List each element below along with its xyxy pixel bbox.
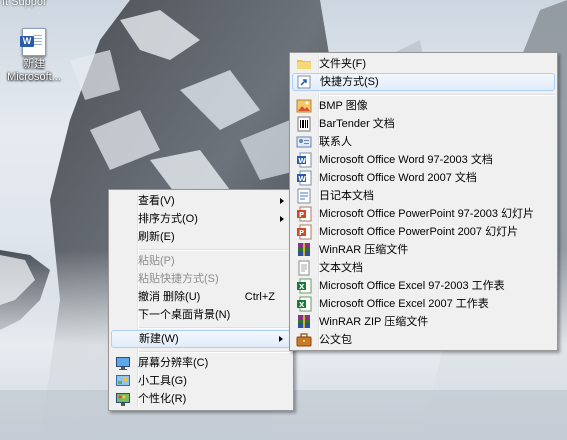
submenu-arrow-icon <box>280 198 284 204</box>
menu-separator <box>320 94 555 96</box>
desktop-icon-label-line2: Microsoft... <box>7 71 61 83</box>
gadgets-icon <box>116 375 130 386</box>
submenu-item-word-97[interactable]: W Microsoft Office Word 97-2003 文档 <box>292 151 555 169</box>
menu-item-view[interactable]: 查看(V) <box>111 192 291 210</box>
new-submenu: 文件夹(F) 快捷方式(S) BMP 图像 BarTender 文档 联系人 W… <box>289 52 558 351</box>
desktop-icon-label-line1: 新建 <box>23 58 45 70</box>
submenu-item-folder[interactable]: 文件夹(F) <box>292 55 555 73</box>
submenu-item-journal[interactable]: 日记本文档 <box>292 187 555 205</box>
menu-item-paste-shortcut: 粘贴快捷方式(S) <box>138 273 219 285</box>
submenu-item-word-2007[interactable]: W Microsoft Office Word 2007 文档 <box>292 169 555 187</box>
menu-separator <box>139 249 291 251</box>
contact-icon <box>296 136 312 148</box>
briefcase-icon <box>296 333 312 347</box>
excel-icon: X <box>297 296 312 312</box>
menu-item-paste: 粘贴(P) <box>138 255 175 267</box>
submenu-item-excel-97[interactable]: X Microsoft Office Excel 97-2003 工作表 <box>292 277 555 295</box>
menu-item-personalize[interactable]: 个性化(R) <box>111 390 291 408</box>
winrar-icon <box>298 243 310 256</box>
menu-item-screen-resolution[interactable]: 屏幕分辨率(C) <box>111 354 291 372</box>
menu-separator <box>139 351 291 353</box>
svg-text:X: X <box>299 301 305 309</box>
submenu-item-briefcase[interactable]: 公文包 <box>292 331 555 349</box>
word-icon: W <box>297 152 312 168</box>
menu-item-new[interactable]: 新建(W) <box>111 330 291 348</box>
menu-separator <box>139 327 291 329</box>
menu-item-next-background[interactable]: 下一个桌面背景(N) <box>111 306 291 324</box>
desktop-top-label: ft Suppor <box>2 0 47 8</box>
submenu-item-bmp[interactable]: BMP 图像 <box>292 97 555 115</box>
svg-text:W: W <box>298 175 306 183</box>
svg-text:P: P <box>299 229 304 237</box>
word-icon: W <box>297 170 312 186</box>
desktop-word-document-icon[interactable]: W 新建 Microsoft... <box>4 26 64 90</box>
shortcut-icon <box>297 75 311 89</box>
text-document-icon <box>298 260 310 276</box>
monitor-icon <box>116 357 130 370</box>
submenu-item-text-document[interactable]: 文本文档 <box>292 259 555 277</box>
powerpoint-icon: P <box>297 224 312 240</box>
menu-item-refresh[interactable]: 刷新(E) <box>111 228 291 246</box>
submenu-item-excel-2007[interactable]: X Microsoft Office Excel 2007 工作表 <box>292 295 555 313</box>
submenu-arrow-icon <box>280 216 284 222</box>
menu-item-sort-by[interactable]: 排序方式(O) <box>111 210 291 228</box>
journal-icon <box>297 188 311 204</box>
folder-icon <box>297 60 311 69</box>
submenu-item-powerpoint-97[interactable]: P Microsoft Office PowerPoint 97-2003 幻灯… <box>292 205 555 223</box>
powerpoint-icon: P <box>297 206 312 222</box>
word-document-icon: W <box>20 28 46 56</box>
shortcut-label: Ctrl+Z <box>244 291 275 303</box>
submenu-item-powerpoint-2007[interactable]: P Microsoft Office PowerPoint 2007 幻灯片 <box>292 223 555 241</box>
desktop-context-menu: 查看(V) 排序方式(O) 刷新(E) 粘贴(P) 粘贴快捷方式(S) 撤消 删… <box>108 189 294 411</box>
winrar-zip-icon <box>298 315 310 328</box>
submenu-item-winrar[interactable]: WinRAR 压缩文件 <box>292 241 555 259</box>
submenu-item-contact[interactable]: 联系人 <box>292 133 555 151</box>
bartender-icon <box>297 116 311 132</box>
menu-item-gadgets[interactable]: 小工具(G) <box>111 372 291 390</box>
menu-item-undo-delete[interactable]: 撤消 删除(U) Ctrl+Z <box>111 288 291 306</box>
submenu-item-shortcut[interactable]: 快捷方式(S) <box>292 73 555 91</box>
personalize-icon <box>116 393 130 406</box>
excel-icon: X <box>297 278 312 294</box>
svg-text:W: W <box>298 157 306 165</box>
svg-text:X: X <box>299 283 305 291</box>
submenu-arrow-icon <box>279 336 283 342</box>
submenu-item-winrar-zip[interactable]: WinRAR ZIP 压缩文件 <box>292 313 555 331</box>
submenu-item-bartender[interactable]: BarTender 文档 <box>292 115 555 133</box>
svg-text:P: P <box>299 211 304 219</box>
bmp-image-icon <box>296 99 312 113</box>
